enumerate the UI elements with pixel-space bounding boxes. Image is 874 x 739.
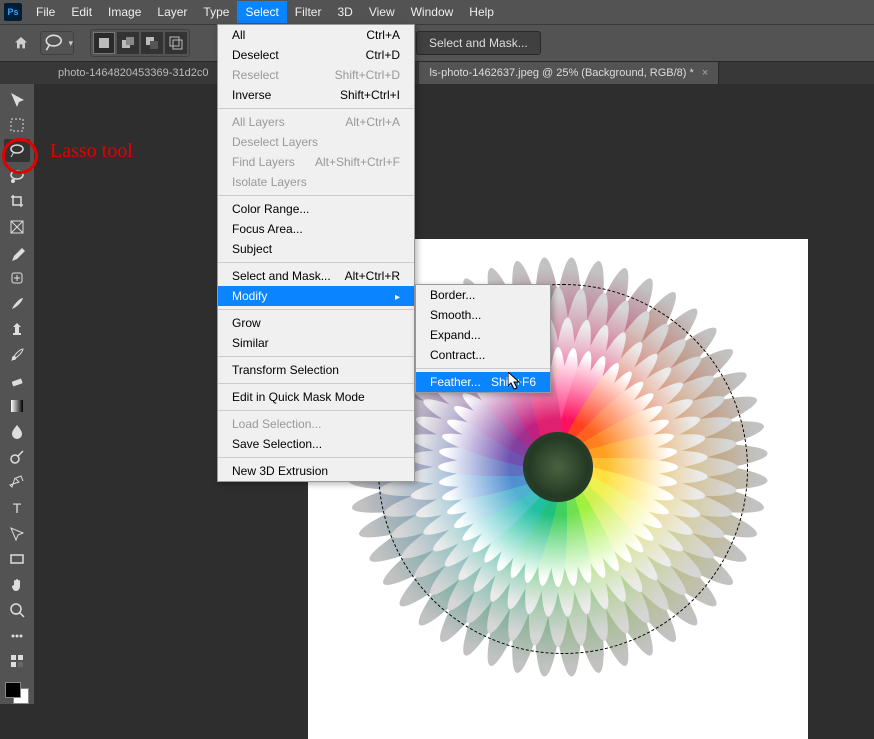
menu-item-deselect[interactable]: DeselectCtrl+D — [218, 45, 414, 65]
tool-preset-picker[interactable]: ▾ — [40, 31, 74, 55]
menu-item-expand[interactable]: Expand... — [416, 325, 550, 345]
menu-item-subject[interactable]: Subject — [218, 239, 414, 259]
selection-intersect-icon[interactable] — [165, 32, 187, 54]
menu-image[interactable]: Image — [100, 1, 149, 23]
tool-edit-toolbar[interactable] — [4, 650, 30, 673]
close-icon[interactable]: × — [702, 67, 708, 79]
tool-eyedropper[interactable] — [4, 241, 30, 264]
tool-crop[interactable] — [4, 190, 30, 213]
menu-item-color-range[interactable]: Color Range... — [218, 199, 414, 219]
menu-file[interactable]: File — [28, 1, 63, 23]
document-tabs: photo-1464820453369-31d2c0 ls-photo-1462… — [0, 62, 874, 84]
menu-item-feather[interactable]: Feather...Shift+F6 — [416, 372, 550, 392]
tab-document-2[interactable]: ls-photo-1462637.jpeg @ 25% (Background,… — [419, 62, 719, 84]
menu-item-all-layers: All LayersAlt+Ctrl+A — [218, 112, 414, 132]
menu-item-reselect: ReselectShift+Ctrl+D — [218, 65, 414, 85]
menu-view[interactable]: View — [361, 1, 403, 23]
menu-help[interactable]: Help — [461, 1, 502, 23]
workspace: T — [0, 84, 874, 704]
selection-subtract-icon[interactable] — [141, 32, 163, 54]
menu-item-inverse[interactable]: InverseShift+Ctrl+I — [218, 85, 414, 105]
tools-panel: T — [0, 84, 34, 704]
tool-zoom[interactable] — [4, 599, 30, 622]
tab-label: photo-1464820453369-31d2c0 — [58, 67, 208, 79]
select-menu-dropdown: AllCtrl+ADeselectCtrl+DReselectShift+Ctr… — [217, 24, 415, 482]
menu-item-all[interactable]: AllCtrl+A — [218, 25, 414, 45]
menu-item-load-selection: Load Selection... — [218, 414, 414, 434]
menu-item-contract[interactable]: Contract... — [416, 345, 550, 365]
selection-add-icon[interactable] — [117, 32, 139, 54]
menu-item-smooth[interactable]: Smooth... — [416, 305, 550, 325]
menu-item-deselect-layers: Deselect Layers — [218, 132, 414, 152]
menu-filter[interactable]: Filter — [287, 1, 330, 23]
menu-item-similar[interactable]: Similar — [218, 333, 414, 353]
menu-window[interactable]: Window — [403, 1, 462, 23]
menu-layer[interactable]: Layer — [149, 1, 195, 23]
menu-item-select-and-mask[interactable]: Select and Mask...Alt+Ctrl+R — [218, 266, 414, 286]
menu-item-focus-area[interactable]: Focus Area... — [218, 219, 414, 239]
selection-new-icon[interactable] — [93, 32, 115, 54]
tool-brush[interactable] — [4, 292, 30, 315]
menu-type[interactable]: Type — [195, 1, 237, 23]
options-bar: ▾ Select and Mask... — [0, 24, 874, 62]
tool-dodge[interactable] — [4, 446, 30, 469]
tool-move[interactable] — [4, 88, 30, 111]
menu-select[interactable]: Select — [237, 1, 286, 23]
app-logo: Ps — [4, 3, 22, 21]
tool-pen[interactable] — [4, 471, 30, 494]
menu-item-border[interactable]: Border... — [416, 285, 550, 305]
home-icon[interactable] — [8, 31, 34, 55]
annotation-label: Lasso tool — [50, 140, 133, 163]
menu-item-save-selection[interactable]: Save Selection... — [218, 434, 414, 454]
menu-edit[interactable]: Edit — [63, 1, 100, 23]
cursor-icon — [508, 372, 522, 395]
tab-label: ls-photo-1462637.jpeg @ 25% (Background,… — [429, 67, 693, 79]
tool-healing[interactable] — [4, 267, 30, 290]
tool-path-select[interactable] — [4, 522, 30, 545]
tool-blur[interactable] — [4, 420, 30, 443]
menu-3d[interactable]: 3D — [329, 1, 360, 23]
tool-history-brush[interactable] — [4, 343, 30, 366]
menu-item-modify[interactable]: Modify — [218, 286, 414, 306]
tool-type[interactable]: T — [4, 497, 30, 520]
menubar: Ps FileEditImageLayerTypeSelectFilter3DV… — [0, 0, 874, 24]
tab-document-1[interactable]: photo-1464820453369-31d2c0 — [48, 62, 219, 84]
color-swatch[interactable] — [5, 682, 29, 705]
select-and-mask-button[interactable]: Select and Mask... — [416, 31, 541, 55]
menu-item-grow[interactable]: Grow — [218, 313, 414, 333]
tool-hand[interactable] — [4, 573, 30, 596]
menu-item-new-3d-extrusion[interactable]: New 3D Extrusion — [218, 461, 414, 481]
tool-gradient[interactable] — [4, 395, 30, 418]
menu-item-isolate-layers: Isolate Layers — [218, 172, 414, 192]
tool-marquee[interactable] — [4, 114, 30, 137]
menu-item-transform-selection[interactable]: Transform Selection — [218, 360, 414, 380]
modify-submenu: Border...Smooth...Expand...Contract... Fe… — [415, 284, 551, 393]
menu-item-find-layers: Find LayersAlt+Shift+Ctrl+F — [218, 152, 414, 172]
tool-eraser[interactable] — [4, 369, 30, 392]
selection-mode-group — [90, 29, 190, 57]
svg-text:T: T — [13, 500, 22, 516]
annotation-circle — [2, 138, 38, 174]
tool-frame[interactable] — [4, 216, 30, 239]
menu-item-edit-in-quick-mask-mode[interactable]: Edit in Quick Mask Mode — [218, 387, 414, 407]
tool-clone[interactable] — [4, 318, 30, 341]
tool-ellipsis[interactable] — [4, 624, 30, 647]
tool-rectangle[interactable] — [4, 548, 30, 571]
